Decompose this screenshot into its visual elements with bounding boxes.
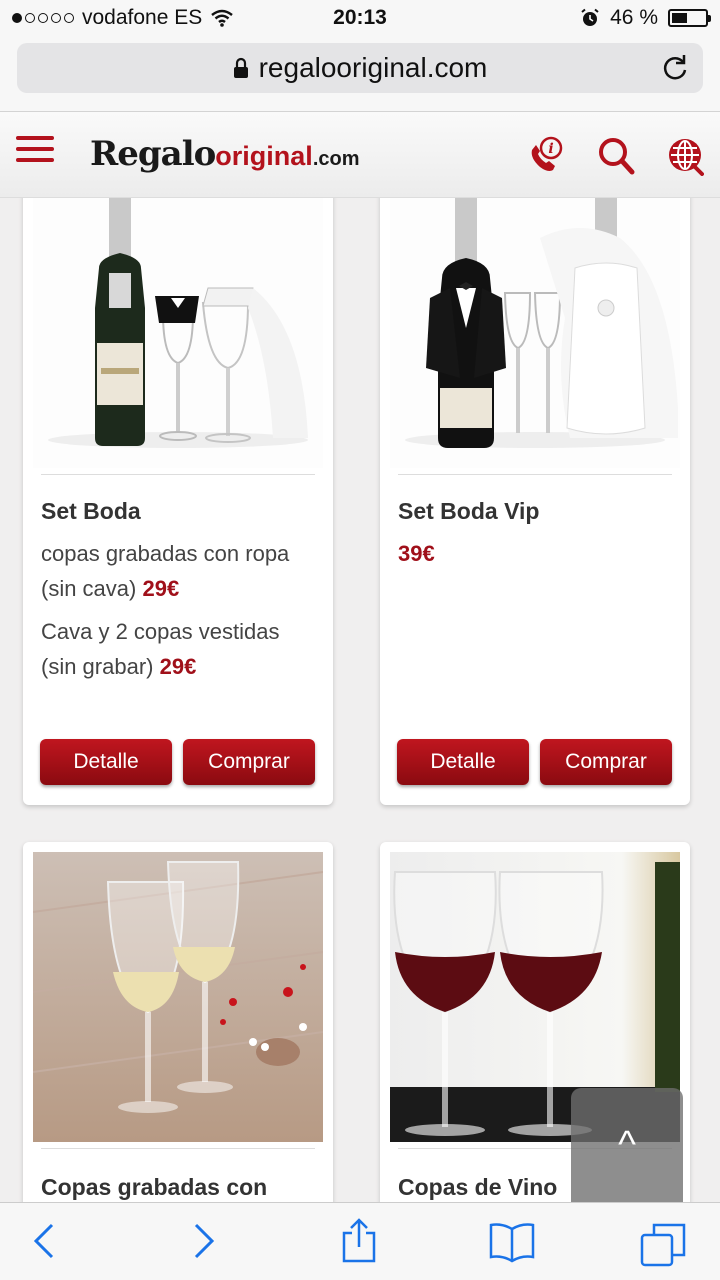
status-bar: vodafone ES 20:13 46 %	[0, 0, 720, 36]
product-image[interactable]	[33, 198, 323, 468]
language-globe-icon[interactable]	[666, 136, 704, 176]
detail-button[interactable]: Detalle	[397, 739, 529, 785]
url-text: regalooriginal.com	[258, 52, 488, 83]
browser-address-area: regalooriginal.com	[0, 36, 720, 112]
alarm-icon	[581, 8, 599, 26]
site-header: Regalooriginal.com i	[0, 112, 720, 198]
back-icon[interactable]	[32, 1221, 56, 1261]
svg-text:i: i	[548, 141, 553, 157]
product-description: 39€	[398, 536, 676, 571]
share-icon[interactable]	[340, 1217, 378, 1265]
product-title[interactable]: Set Boda	[41, 498, 141, 525]
product-title[interactable]: Copas de Vino	[398, 1174, 557, 1201]
bookmarks-icon[interactable]	[488, 1221, 536, 1263]
lock-icon	[233, 57, 248, 78]
buy-button[interactable]: Comprar	[540, 739, 672, 785]
search-icon[interactable]	[597, 136, 635, 176]
battery-percent: 46 %	[610, 6, 658, 29]
product-description: copas grabadas con ropa (sin cava) 29€ C…	[41, 536, 319, 684]
reload-icon[interactable]	[661, 53, 689, 83]
phone-info-icon[interactable]: i	[526, 136, 566, 176]
product-card: Copas grabadas con	[23, 842, 333, 1202]
product-title[interactable]: Copas grabadas con	[41, 1174, 267, 1201]
scroll-to-top-button[interactable]: ^	[571, 1088, 683, 1202]
price: 29€	[142, 576, 180, 601]
product-title[interactable]: Set Boda Vip	[398, 498, 539, 525]
product-card: Set Boda Vip 39€ Detalle Comprar	[380, 198, 690, 805]
forward-icon[interactable]	[192, 1221, 216, 1261]
price: 29€	[159, 654, 197, 679]
site-logo[interactable]: Regalooriginal.com	[90, 134, 360, 174]
product-card: Set Boda copas grabadas con ropa (sin ca…	[23, 198, 333, 805]
battery-icon	[668, 9, 711, 27]
tabs-icon[interactable]	[640, 1221, 688, 1267]
detail-button[interactable]: Detalle	[40, 739, 172, 785]
product-grid: Set Boda copas grabadas con ropa (sin ca…	[0, 198, 720, 1202]
price-line: copas grabadas con ropa (sin cava) 29€	[41, 541, 290, 601]
price-line: Cava y 2 copas vestidas (sin grabar) 29€	[41, 619, 280, 679]
product-image[interactable]	[390, 198, 680, 468]
buy-button[interactable]: Comprar	[183, 739, 315, 785]
product-image[interactable]	[33, 852, 323, 1142]
browser-toolbar	[0, 1202, 720, 1280]
hamburger-menu-icon[interactable]	[16, 136, 54, 166]
price: 39€	[398, 541, 435, 566]
address-bar[interactable]: regalooriginal.com	[17, 43, 703, 93]
price-line: 39€	[398, 536, 676, 571]
